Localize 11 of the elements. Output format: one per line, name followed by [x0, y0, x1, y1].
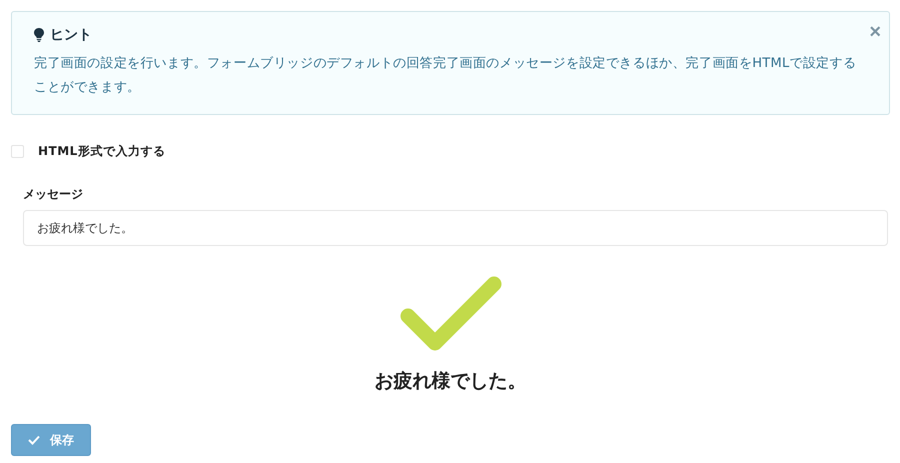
message-field[interactable]: お疲れ様でした。 — [23, 210, 888, 246]
checkbox-label: HTML形式で入力する — [38, 143, 166, 160]
hint-text: 完了画面の設定を行います。フォームブリッジのデフォルトの回答完了画面のメッセージを設定できるほか、完了画面をHTMLで設定することができます。 — [34, 55, 858, 97]
html-checkbox[interactable] — [11, 145, 24, 158]
field-label: メッセージ — [23, 186, 84, 203]
lightbulb-icon — [34, 28, 44, 42]
hint-title: ヒント — [50, 26, 92, 44]
save-button[interactable]: 保存 — [11, 424, 91, 456]
close-button[interactable]: × — [869, 22, 881, 42]
completion-message: お疲れ様でした。 — [374, 369, 526, 394]
check-icon — [28, 435, 40, 445]
